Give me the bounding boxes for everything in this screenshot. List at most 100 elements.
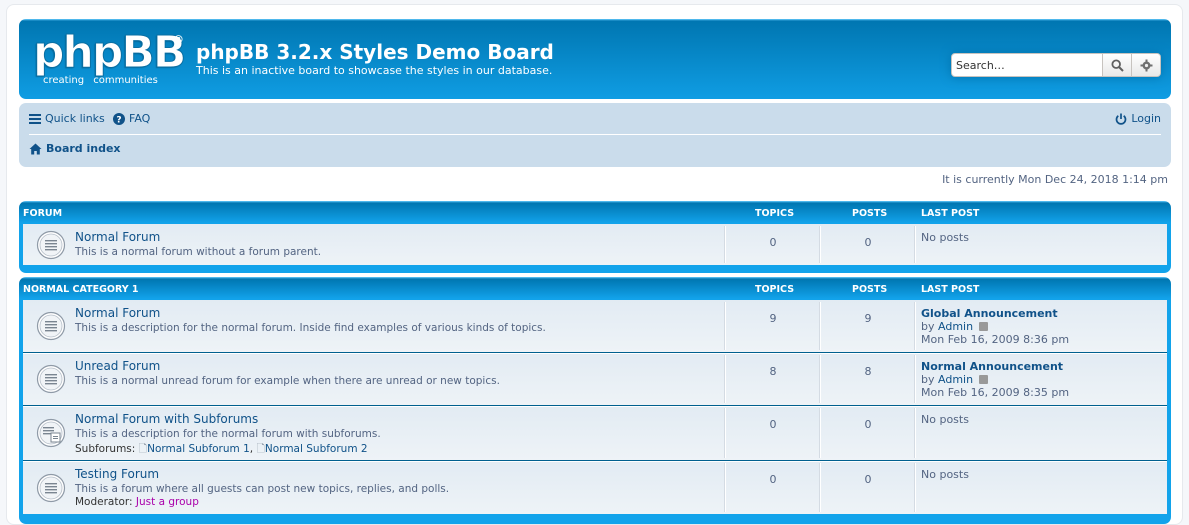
site-title: phpBB 3.2.x Styles Demo Board: [196, 40, 554, 64]
header-bar: phpBB ® creating communities phpBB 3.2.x…: [19, 19, 1171, 99]
subforum-icon: 🗋: [256, 443, 265, 455]
column-divider: [820, 226, 821, 263]
column-topics: TOPICS: [755, 208, 795, 219]
subforum-link[interactable]: Normal Subforum 2: [265, 443, 368, 455]
column-last-post: LAST POST: [921, 208, 980, 219]
navbar: Quick links ? FAQ Login Board index: [19, 103, 1171, 167]
forum-row: Normal Forum with Subforums This is a de…: [23, 405, 1167, 460]
power-icon: [1116, 113, 1127, 125]
forum-description: This is a forum where all guests can pos…: [75, 483, 450, 495]
quick-links-label: Quick links: [45, 112, 105, 125]
page-wrapper: phpBB ® creating communities phpBB 3.2.x…: [6, 4, 1183, 525]
search-box: [951, 53, 1161, 77]
posts-count: 0: [864, 418, 872, 431]
last-post-date: Mon Feb 16, 2009 8:35 pm: [921, 386, 1070, 399]
posts-count: 9: [864, 312, 872, 325]
forum-row: Unread Forum This is a normal unread for…: [23, 352, 1167, 405]
forum-description: This is a normal forum without a forum p…: [75, 246, 322, 258]
faq-link[interactable]: ? FAQ: [113, 112, 150, 125]
menu-icon: [29, 114, 41, 124]
last-post-title-link[interactable]: Global Announcement: [921, 307, 1069, 320]
author-link[interactable]: Admin: [938, 373, 973, 386]
category-header: NORMAL CATEGORY 1 TOPICS POSTS LAST POST: [23, 277, 1167, 300]
forum-title-link[interactable]: Normal Forum with Subforums: [75, 412, 258, 426]
site-logo[interactable]: phpBB ® creating communities: [32, 27, 186, 89]
column-last-post: LAST POST: [921, 284, 980, 295]
breadcrumb[interactable]: Board index: [29, 142, 121, 155]
advanced-search-button[interactable]: [1131, 54, 1160, 76]
column-divider: [915, 302, 916, 350]
quick-links-menu[interactable]: Quick links: [29, 112, 105, 125]
column-divider: [915, 355, 916, 403]
registered-mark: ®: [173, 33, 184, 46]
nav-linklist: Quick links ? FAQ Login: [29, 112, 1161, 130]
forum-title-link[interactable]: Unread Forum: [75, 359, 160, 373]
posts-count: 0: [864, 236, 872, 249]
home-icon: [29, 143, 42, 154]
forum-description: This is a normal unread forum for exampl…: [75, 375, 500, 387]
forum-read-icon: [36, 311, 66, 341]
column-topics: TOPICS: [755, 284, 795, 295]
column-divider: [820, 408, 821, 458]
posts-count: 8: [864, 365, 872, 378]
category-title[interactable]: FORUM: [23, 208, 62, 219]
login-link[interactable]: Login: [1115, 112, 1161, 125]
topics-count: 0: [769, 473, 777, 486]
column-posts: POSTS: [852, 284, 888, 295]
site-description: This is an inactive board to showcase th…: [196, 64, 553, 77]
column-divider: [725, 302, 726, 350]
forum-title-link[interactable]: Testing Forum: [75, 467, 159, 481]
column-divider: [725, 226, 726, 263]
column-posts: POSTS: [852, 208, 888, 219]
view-latest-post-icon[interactable]: [978, 375, 988, 384]
subforum-icon: 🗋: [138, 443, 148, 455]
last-post-author: by Admin: [921, 320, 1069, 333]
category-title[interactable]: NORMAL CATEGORY 1: [23, 284, 139, 295]
topics-count: 0: [769, 418, 777, 431]
forum-subforums-icon: [36, 418, 66, 448]
view-latest-post-icon[interactable]: [978, 322, 988, 331]
svg-text:?: ?: [116, 115, 121, 125]
faq-label: FAQ: [129, 112, 151, 125]
search-icon: [1110, 58, 1124, 72]
forum-title-link[interactable]: Normal Forum: [75, 306, 160, 320]
subforums-label: Subforums:: [75, 443, 136, 455]
column-divider: [915, 408, 916, 458]
last-post-date: Mon Feb 16, 2009 8:36 pm: [921, 333, 1070, 346]
topics-count: 9: [769, 312, 777, 325]
subforums-list: Subforums: 🗋Normal Subforum 1, 🗋Normal S…: [75, 443, 368, 455]
posts-count: 0: [864, 473, 872, 486]
search-input[interactable]: [952, 54, 1102, 76]
forum-row: Testing Forum This is a forum where all …: [23, 460, 1167, 514]
column-divider: [820, 302, 821, 350]
login-label: Login: [1131, 112, 1161, 125]
subforum-link[interactable]: Normal Subforum 1: [147, 443, 250, 455]
category-header: FORUM TOPICS POSTS LAST POST: [23, 201, 1167, 224]
last-post-title-link[interactable]: Normal Announcement: [921, 360, 1069, 373]
forum-row: Normal Forum This is a description for t…: [23, 300, 1167, 352]
forum-read-icon: [36, 473, 66, 503]
moderator-group-link[interactable]: Just a group: [136, 496, 199, 508]
author-link[interactable]: Admin: [938, 320, 973, 333]
forum-category: FORUM TOPICS POSTS LAST POST Normal Foru…: [19, 201, 1171, 273]
logo-text: phpBB: [32, 27, 186, 78]
last-post: No posts: [921, 413, 969, 426]
last-post: No posts: [921, 468, 969, 481]
moderator-line: Moderator: Just a group: [75, 496, 199, 508]
column-divider: [820, 463, 821, 512]
logo-tagline: creating communities: [43, 75, 164, 86]
topics-count: 0: [769, 236, 777, 249]
column-divider: [915, 463, 916, 512]
forum-read-icon: [36, 364, 66, 394]
last-post: Normal Announcement by Admin Mon Feb 16,…: [921, 360, 1069, 399]
forum-description: This is a description for the normal for…: [75, 322, 546, 334]
last-post: Global Announcement by Admin Mon Feb 16,…: [921, 307, 1069, 346]
column-divider: [725, 355, 726, 403]
last-post: No posts: [921, 231, 969, 244]
by-label: by: [921, 373, 935, 386]
search-button[interactable]: [1102, 54, 1131, 76]
forum-title-link[interactable]: Normal Forum: [75, 230, 160, 244]
forum-row: Normal Forum This is a normal forum with…: [23, 224, 1167, 265]
moderator-label: Moderator:: [75, 496, 133, 508]
forum-category: NORMAL CATEGORY 1 TOPICS POSTS LAST POST…: [19, 277, 1171, 524]
